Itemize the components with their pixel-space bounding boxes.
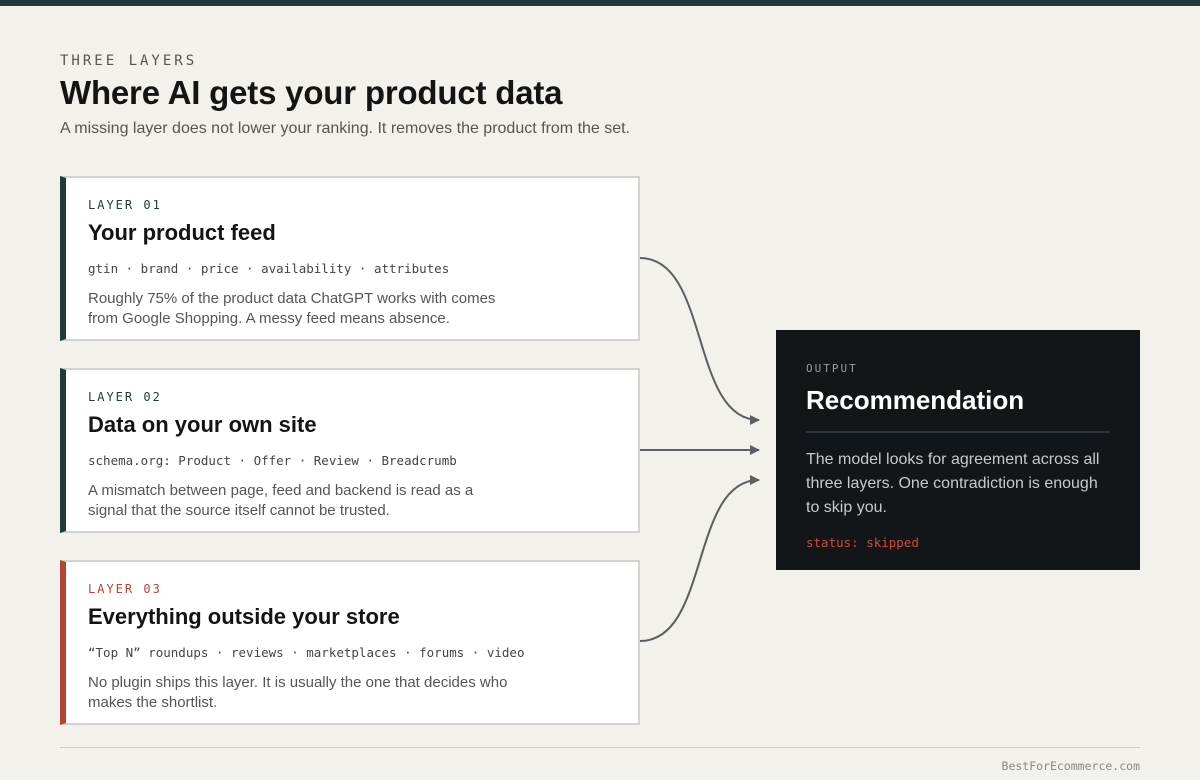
output-title: Recommendation [806, 385, 1025, 415]
footer-credit: BestForEcommerce.com [1001, 759, 1140, 773]
connector-layer-03 [639, 475, 760, 642]
output-card: OUTPUT Recommendation The model looks fo… [776, 330, 1140, 570]
connector-layer-01 [639, 257, 760, 425]
status-badge: status: skipped [806, 535, 919, 550]
footer-divider [60, 747, 1140, 748]
output-divider [806, 431, 1110, 433]
output-description: The model looks for agreement across all… [806, 451, 1100, 516]
output-label: OUTPUT [806, 362, 858, 375]
